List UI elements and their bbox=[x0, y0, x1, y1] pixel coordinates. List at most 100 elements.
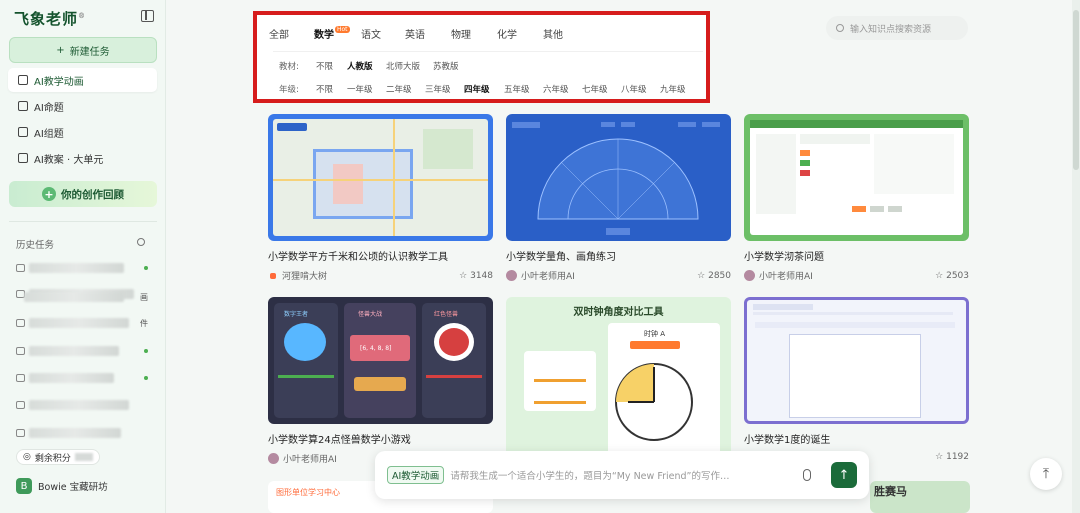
tab-english[interactable]: 英语 bbox=[405, 26, 425, 41]
history-item[interactable] bbox=[16, 261, 148, 275]
search-input[interactable]: 输入知识点搜索资源 bbox=[826, 16, 968, 40]
card-author: 小叶老师用AI bbox=[283, 455, 337, 465]
textbook-option[interactable]: 北师大版 bbox=[386, 60, 420, 72]
card-title: 小学数学沏茶问题 bbox=[744, 252, 824, 263]
scrollbar[interactable] bbox=[1072, 0, 1080, 513]
user-profile[interactable]: B Bowie 宝藏研坊 bbox=[16, 478, 108, 494]
history-item[interactable] bbox=[16, 398, 148, 412]
chat-bubble-icon bbox=[16, 264, 25, 272]
microphone-icon[interactable] bbox=[803, 469, 811, 481]
grade-option[interactable]: 八年级 bbox=[621, 83, 647, 95]
grade-option[interactable]: 五年级 bbox=[504, 83, 530, 95]
resource-card[interactable]: 小学数学平方千米和公顷的认识教学工具 河狸啃大树 ☆ 3148 bbox=[268, 114, 493, 282]
grade-option[interactable]: 四年级 bbox=[464, 83, 490, 95]
grade-option[interactable]: 一年级 bbox=[347, 83, 373, 95]
tab-other[interactable]: 其他 bbox=[543, 26, 563, 41]
play-square-icon bbox=[18, 75, 28, 85]
nav-ai-compose[interactable]: AI组题 bbox=[8, 120, 157, 144]
grade-option[interactable]: 不限 bbox=[316, 83, 333, 95]
resource-card[interactable]: 胜赛马 bbox=[870, 481, 970, 513]
resource-card[interactable]: 小学数学1度的诞生 ☆ 1192 bbox=[744, 297, 969, 462]
grade-label: 年级: bbox=[279, 85, 299, 95]
points-badge[interactable]: ◎ 剩余积分 bbox=[16, 449, 100, 465]
grade-option[interactable]: 三年级 bbox=[425, 83, 451, 95]
mode-tag[interactable]: AI教学动画 bbox=[387, 466, 445, 484]
grade-option[interactable]: 七年级 bbox=[582, 83, 608, 95]
book-icon bbox=[18, 153, 28, 163]
history-item[interactable] bbox=[16, 426, 148, 440]
grade-option[interactable]: 六年级 bbox=[543, 83, 569, 95]
creation-review-button[interactable]: + 你的创作回顾 bbox=[9, 181, 157, 207]
card-thumbnail-degree bbox=[744, 297, 969, 424]
document-icon bbox=[18, 101, 28, 111]
resource-card[interactable]: 双时钟角度对比工具 时钟 A bbox=[506, 297, 731, 457]
chat-bubble-icon bbox=[16, 401, 25, 409]
card-thumbnail-24game: 数字王者 怪兽大战 [6, 4, 8, 8] 红色怪兽 bbox=[268, 297, 493, 424]
author-avatar bbox=[270, 272, 276, 279]
history-search-icon[interactable] bbox=[137, 238, 145, 246]
textbook-option[interactable]: 苏教版 bbox=[433, 60, 459, 72]
card-author: 小叶老师用AI bbox=[521, 272, 575, 282]
star-icon[interactable]: ☆ 2850 bbox=[697, 271, 731, 281]
status-dot bbox=[144, 376, 148, 380]
history-item[interactable]: 件 bbox=[16, 316, 148, 330]
search-icon bbox=[836, 24, 844, 32]
chat-bubble-icon bbox=[16, 374, 25, 382]
grade-option[interactable]: 二年级 bbox=[386, 83, 412, 95]
card-thumbnail-protractor bbox=[506, 114, 731, 241]
history-item[interactable]: 画 bbox=[24, 290, 148, 304]
resource-card[interactable]: 小学数学沏茶问题 小叶老师用AI ☆ 2503 bbox=[744, 114, 969, 282]
history-item[interactable] bbox=[16, 371, 148, 385]
star-icon[interactable]: ☆ 3148 bbox=[459, 271, 493, 281]
sidebar-collapse-icon[interactable] bbox=[141, 10, 154, 22]
chat-input-bar[interactable]: AI教学动画 请帮我生成一个适合小学生的，题目为“My New Friend”的… bbox=[375, 451, 869, 499]
tab-chinese[interactable]: 语文 bbox=[361, 26, 381, 41]
tab-math[interactable]: 数学Hot bbox=[314, 26, 350, 41]
tab-all[interactable]: 全部 bbox=[269, 26, 289, 41]
card-thumbnail-clock: 双时钟角度对比工具 时钟 A bbox=[506, 297, 731, 457]
card-thumbnail-map bbox=[268, 114, 493, 241]
history-item[interactable] bbox=[16, 344, 148, 358]
card-thumbnail-race: 胜赛马 bbox=[870, 481, 970, 513]
card-author: 河狸啃大树 bbox=[282, 272, 328, 282]
chat-bubble-icon bbox=[16, 319, 25, 327]
resource-card[interactable]: 数字王者 怪兽大战 [6, 4, 8, 8] 红色怪兽 小学数学算24点怪兽数学… bbox=[268, 297, 493, 465]
star-icon[interactable]: ☆ 2503 bbox=[935, 271, 969, 281]
app-logo[interactable]: 飞象老师® bbox=[14, 8, 86, 29]
author-avatar bbox=[744, 270, 755, 281]
arrow-up-icon: ⤒ bbox=[1042, 466, 1050, 482]
textbook-option[interactable]: 不限 bbox=[316, 60, 333, 72]
filter-panel: 全部 数学Hot 语文 英语 物理 化学 其他 教材: 不限 人教版 北师大版 … bbox=[253, 11, 710, 103]
new-task-button[interactable]: + 新建任务 bbox=[9, 37, 157, 63]
history-title: 历史任务 bbox=[16, 240, 55, 251]
puzzle-icon bbox=[18, 127, 28, 137]
send-button[interactable]: ↑ bbox=[831, 462, 857, 488]
resource-card[interactable]: 小学数学量角、画角练习 小叶老师用AI ☆ 2850 bbox=[506, 114, 731, 282]
card-title: 小学数学量角、画角练习 bbox=[506, 252, 616, 263]
card-thumbnail-tea bbox=[744, 114, 969, 241]
card-author: 小叶老师用AI bbox=[759, 272, 813, 282]
grade-option[interactable]: 九年级 bbox=[660, 83, 686, 95]
chat-bubble-icon bbox=[16, 429, 25, 437]
tab-chemistry[interactable]: 化学 bbox=[497, 26, 517, 41]
chat-input[interactable]: 请帮我生成一个适合小学生的，题目为“My New Friend”的写作… bbox=[450, 468, 797, 482]
status-dot bbox=[144, 349, 148, 353]
card-title: 小学数学算24点怪兽数学小游戏 bbox=[268, 435, 411, 446]
nav-ai-lesson-plan[interactable]: AI教案 · 大单元 bbox=[8, 146, 157, 170]
arrow-up-icon: ↑ bbox=[838, 467, 850, 483]
status-dot bbox=[144, 266, 148, 270]
nav-ai-question[interactable]: AI命题 bbox=[8, 94, 157, 118]
card-title: 小学数学平方千米和公顷的认识教学工具 bbox=[268, 252, 448, 263]
hot-badge: Hot bbox=[335, 26, 350, 33]
tab-physics[interactable]: 物理 bbox=[451, 26, 471, 41]
star-icon[interactable]: ☆ 1192 bbox=[935, 452, 969, 462]
divider bbox=[273, 51, 703, 52]
author-avatar bbox=[268, 453, 279, 464]
plus-circle-icon: + bbox=[42, 187, 56, 201]
chat-bubble-icon bbox=[16, 347, 25, 355]
back-to-top-button[interactable]: ⤒ bbox=[1030, 458, 1062, 490]
nav-ai-animation[interactable]: AI教学动画 bbox=[8, 68, 157, 92]
card-title: 小学数学1度的诞生 bbox=[744, 435, 831, 446]
textbook-option[interactable]: 人教版 bbox=[347, 60, 373, 72]
plus-icon: + bbox=[56, 44, 65, 56]
